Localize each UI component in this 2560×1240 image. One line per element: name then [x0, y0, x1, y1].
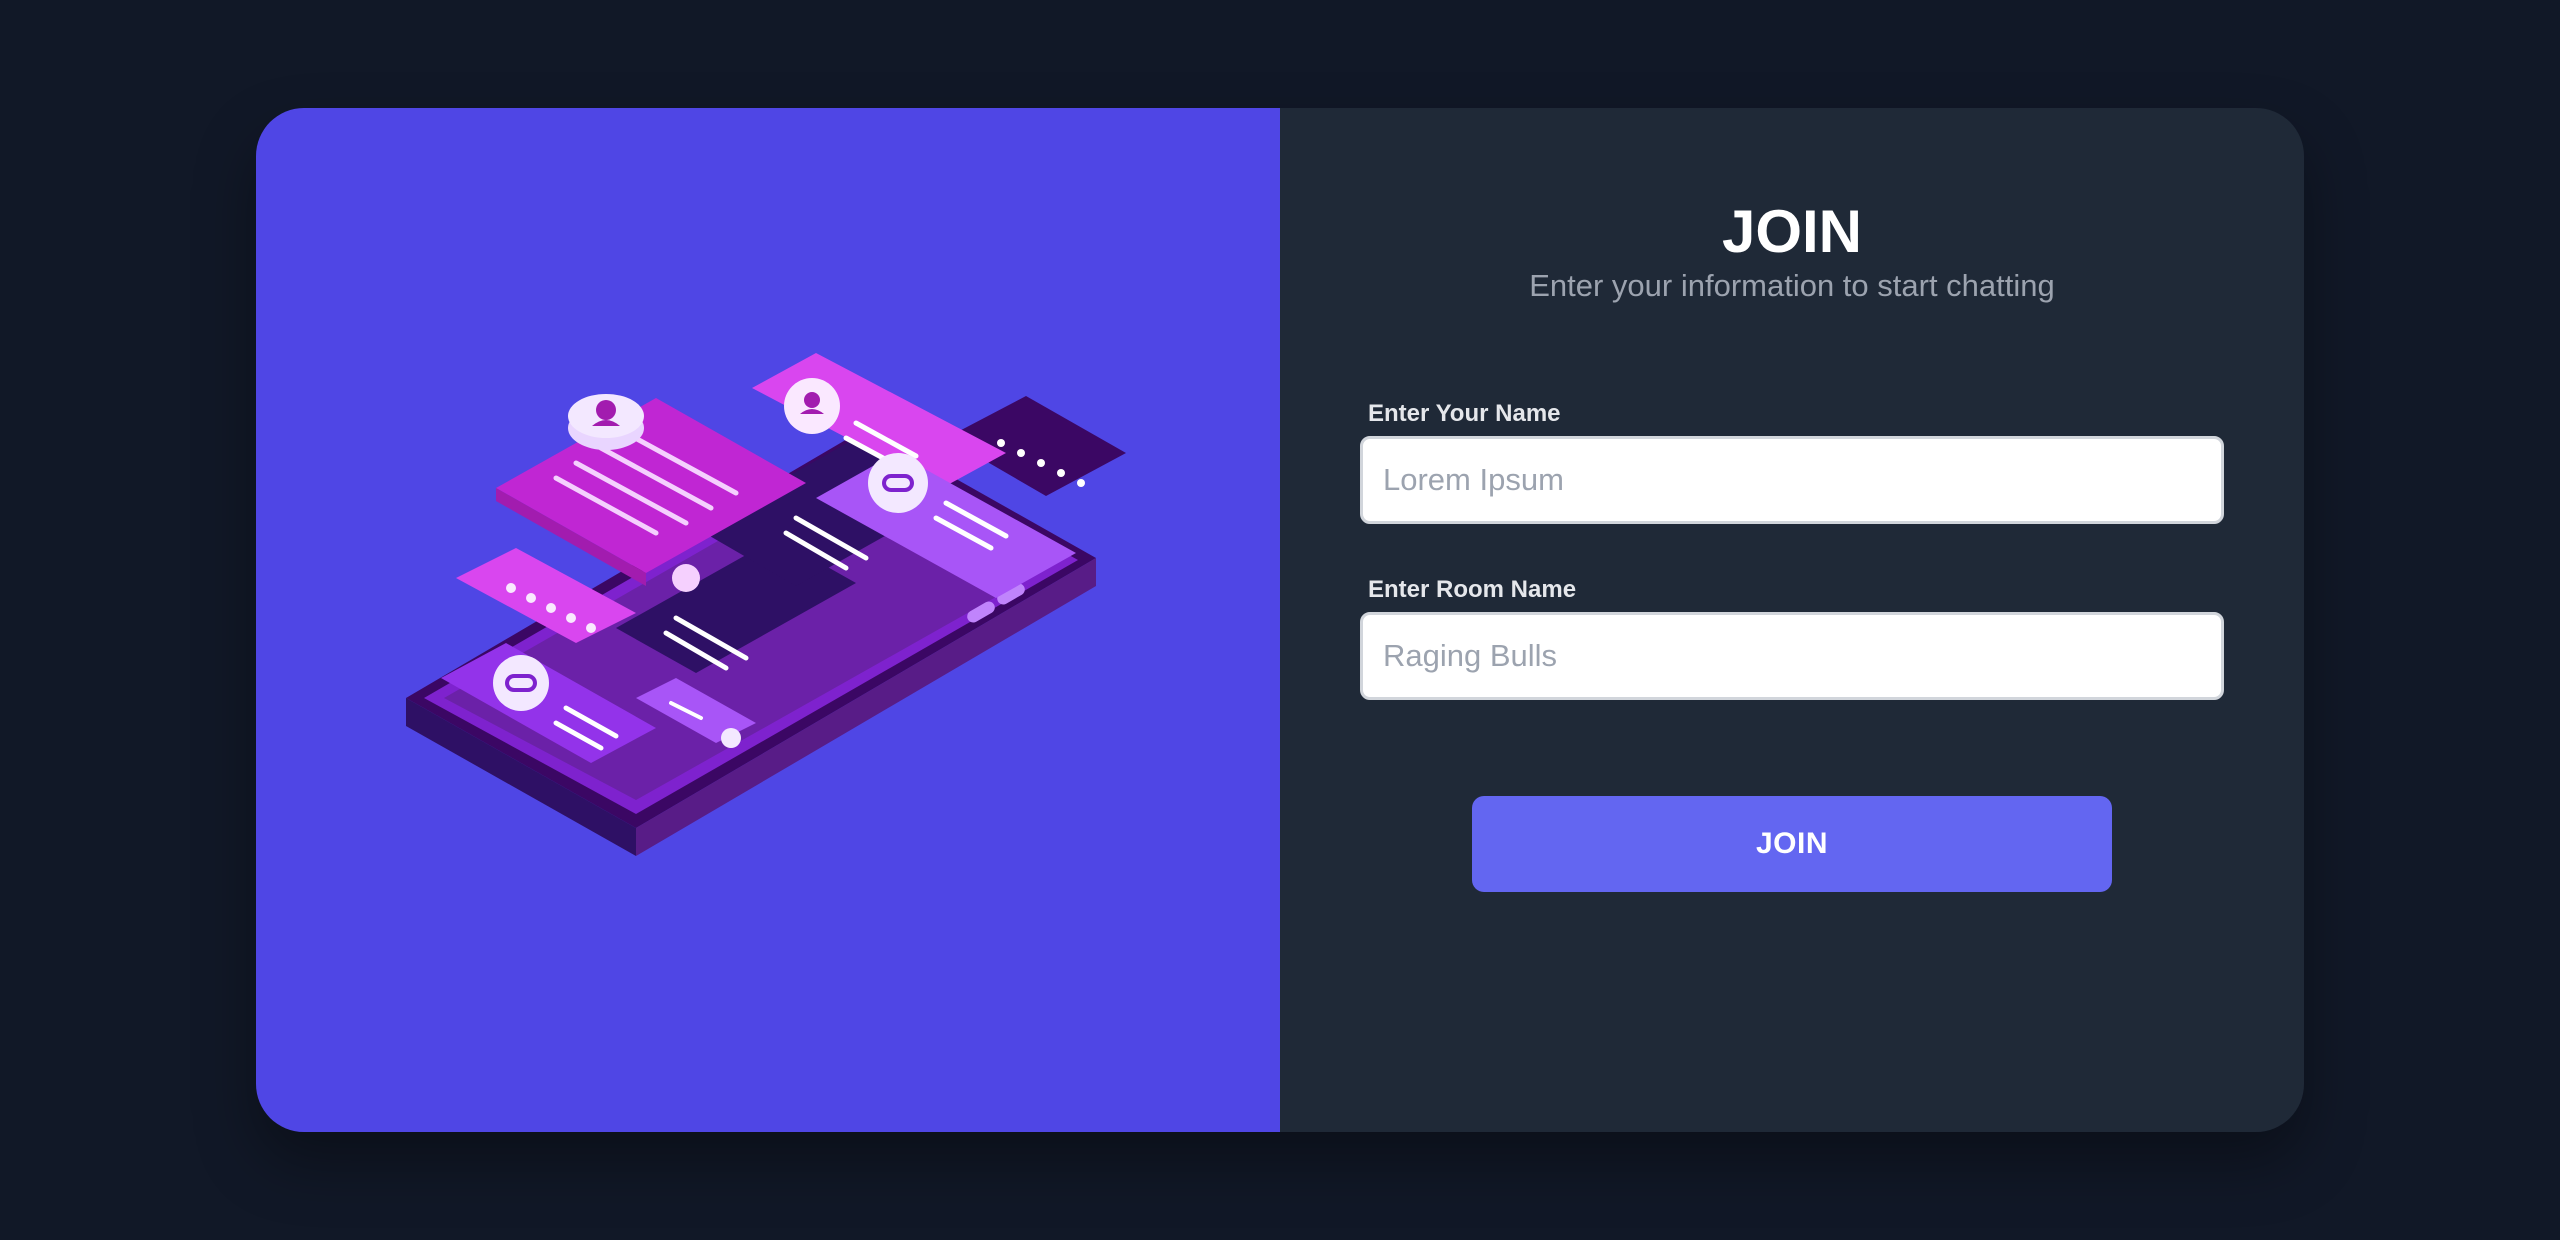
page-subtitle: Enter your information to start chatting — [1529, 268, 2055, 303]
user-avatar-icon — [568, 394, 644, 450]
join-button[interactable]: JOIN — [1472, 796, 2112, 892]
room-input[interactable] — [1360, 612, 2224, 700]
phone-chat-illustration — [406, 353, 1126, 856]
join-card: JOIN Enter your information to start cha… — [256, 108, 2304, 1132]
name-label: Enter Your Name — [1368, 400, 1561, 427]
name-input[interactable] — [1360, 436, 2224, 524]
page-title: JOIN — [1721, 198, 1863, 265]
illustration-panel — [256, 108, 1280, 1132]
room-label: Enter Room Name — [1368, 576, 1577, 603]
join-form-panel: JOIN Enter your information to start cha… — [1280, 108, 2304, 1132]
